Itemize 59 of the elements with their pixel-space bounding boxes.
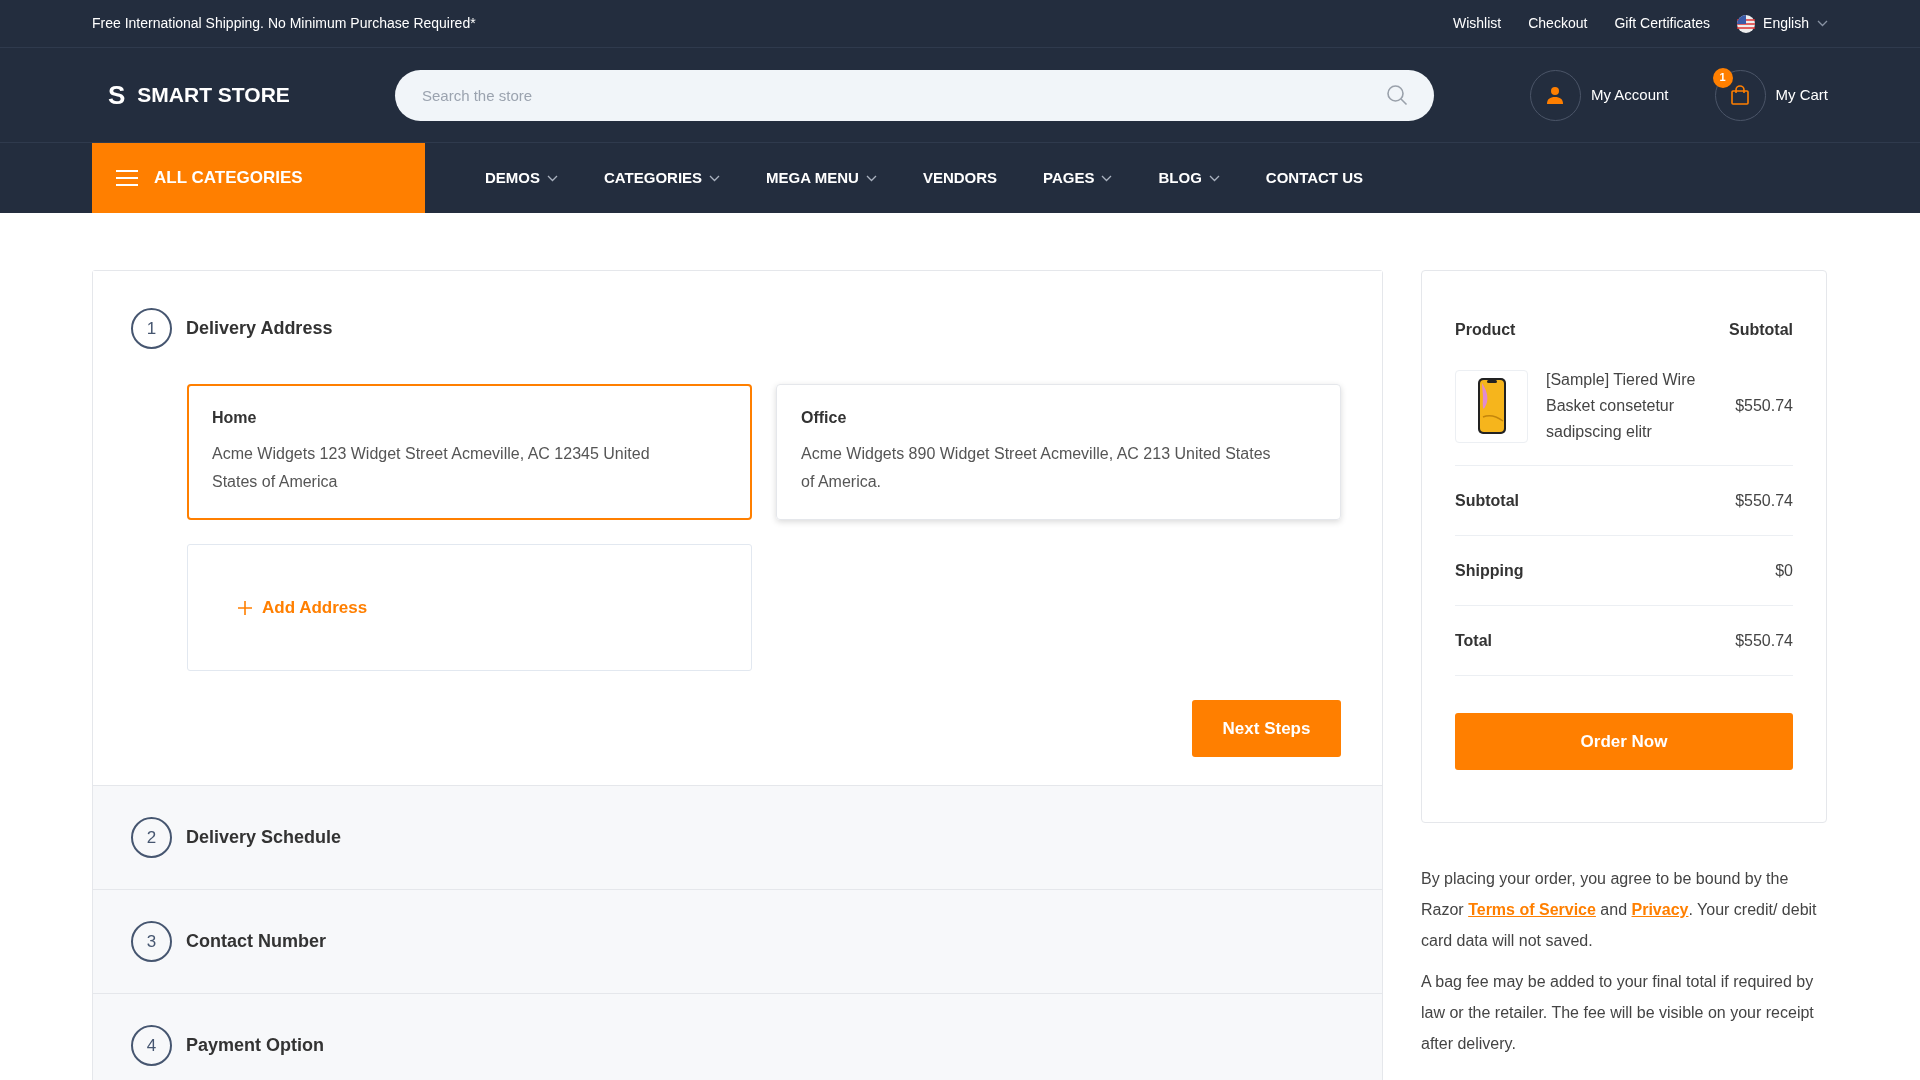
summary-label: Subtotal [1455,490,1519,511]
step-title: Delivery Schedule [186,826,342,849]
logo-mark: S [108,78,126,112]
collapsed-step-row[interactable]: 2 Delivery Schedule [93,786,1382,890]
summary-value: $550.74 [1735,490,1793,511]
cart-button[interactable]: 1 My Cart [1714,69,1828,121]
phone-image [1476,377,1507,435]
address-title: Home [212,408,258,428]
top-link[interactable]: Gift Certificates [1614,13,1711,34]
nav-link[interactable]: MEGA MENU [766,166,877,190]
shopping-bag-icon [1731,85,1749,105]
summary-label: Shipping [1455,560,1524,581]
language-selector[interactable]: English [1737,13,1828,34]
step-number: 1 [131,308,172,349]
step-number: 2 [131,817,172,858]
logo-text: SMART STORE [137,82,290,109]
address-text: Acme Widgets 890 Widget Street Acmeville, AC 213 United States of America. [801,444,1272,492]
flag-icon [1737,14,1756,33]
promo-text: Free International Shipping. No Minimum Purchase Required* [92,14,476,33]
column-heading: Product [1455,320,1516,340]
account-button[interactable]: My Account [1529,69,1669,121]
step-number: 4 [131,1025,172,1066]
nav-link[interactable]: BLOG [1158,166,1220,190]
chevron-down-icon [1101,174,1113,182]
search-icon[interactable] [1386,83,1408,106]
bag-fee-notice: A bag fee may be added to your final total if required by law or the retailer. The fee will be visible on your receipt after delivery. [1421,972,1815,1054]
chevron-down-icon [1208,174,1220,182]
product-price: $550.74 [1735,396,1793,416]
chevron-down-icon [547,174,558,182]
chevron-down-icon [1817,20,1828,27]
step-number: 3 [131,921,172,962]
step-title: Delivery Address [186,317,333,340]
chevron-down-icon [865,174,877,182]
nav-link[interactable]: DEMOS [485,166,558,190]
step-title: Payment Option [186,1034,324,1057]
menu-icon [116,170,138,186]
summary-value: $0 [1775,560,1793,581]
search-field[interactable]: Search the store [395,69,1434,121]
nav-link[interactable]: CATEGORIES [604,166,721,190]
plus-icon [238,600,252,615]
cart-count-badge: 1 [1712,67,1733,88]
summary-label: Total [1455,630,1493,651]
collapsed-step-row[interactable]: 4 Payment Option [93,994,1382,1080]
nav-link[interactable]: PAGES [1043,166,1113,190]
product-name: [Sample] Tiered Wire Basket consetetur sadipscing elitr [1546,370,1697,442]
nav-link[interactable]: CONTACT US [1265,166,1364,190]
step-title: Contact Number [186,930,326,953]
address-title: Office [801,408,848,428]
terms-notice: By placing your order, you agree to be bound by the Razor Terms of Service and Privacy. Your credit/ debit card data will not saved. [1421,869,1818,951]
chevron-down-icon [709,174,721,182]
address-card[interactable]: Home Acme Widgets 123 Widget Street Acmeville, AC 12345 United States of America [187,384,752,520]
address-card[interactable]: Office Acme Widgets 890 Widget Street Acmeville, AC 213 United States of America. [776,384,1341,520]
summary-value: $550.74 [1735,630,1793,651]
address-text: Acme Widgets 123 Widget Street Acmeville, AC 12345 United States of America [212,444,651,492]
top-link[interactable]: Checkout [1528,13,1588,34]
nav-link[interactable]: VENDORS [922,166,998,190]
collapsed-step-row[interactable]: 3 Contact Number [93,890,1382,994]
column-heading: Subtotal [1729,320,1793,340]
top-link[interactable]: Wishlist [1453,13,1502,34]
